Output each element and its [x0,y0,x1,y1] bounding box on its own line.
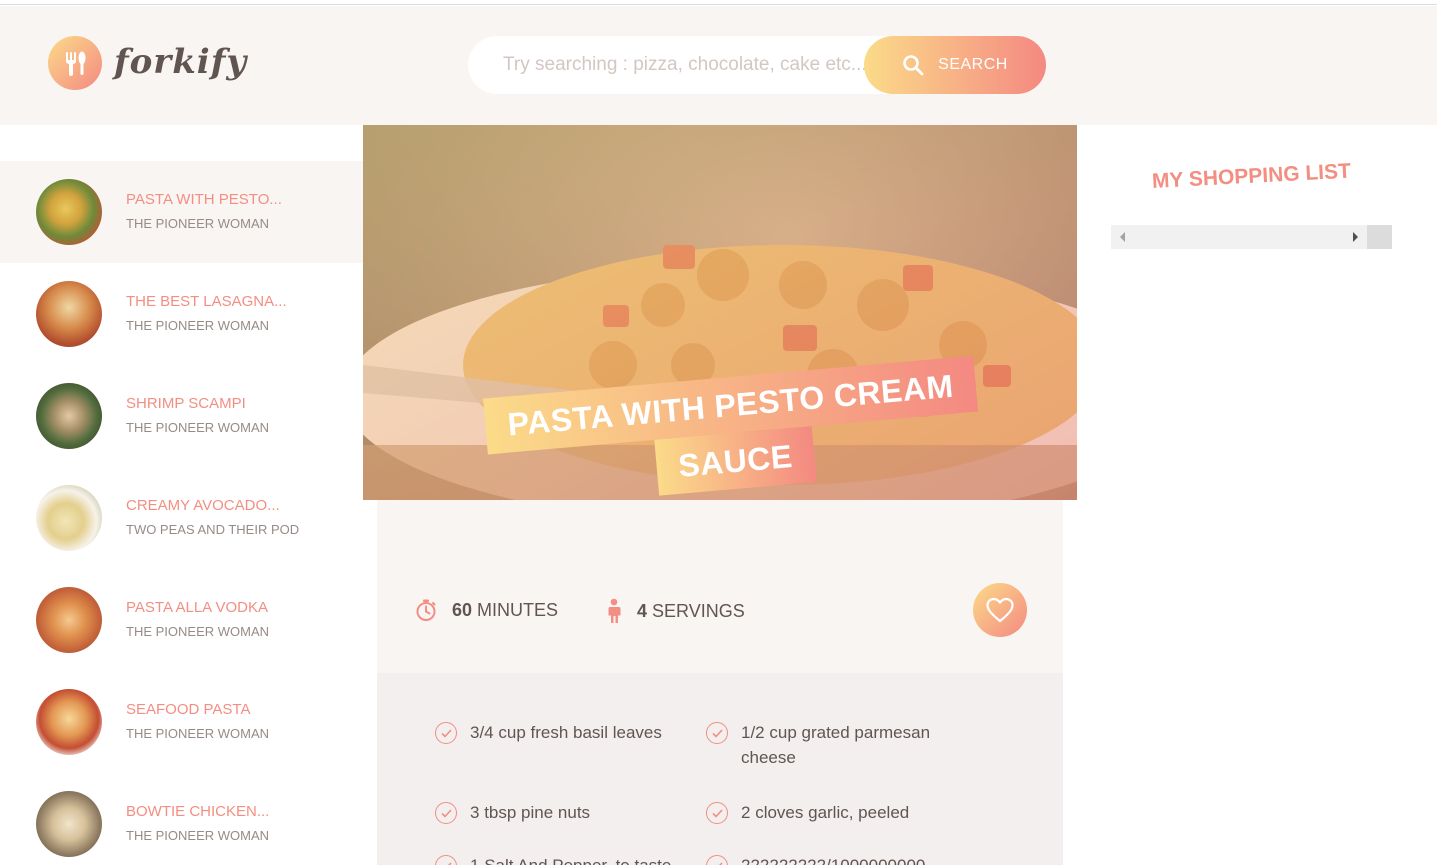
result-author: THE PIONEER WOMAN [126,624,270,639]
scroll-thumb[interactable] [1367,225,1392,249]
result-title: THE BEST LASAGNA... [126,293,287,310]
recipe-thumbnail [36,383,102,449]
ingredient-text: Salt And Pepper, to taste [484,856,671,865]
header: forkify SEARCH [0,6,1437,125]
result-author: THE PIONEER WOMAN [126,318,270,333]
scroll-left-arrow-icon[interactable] [1111,225,1135,249]
logo-badge [48,36,102,90]
check-icon [435,802,457,824]
ingredient-text: cloves garlic, peeled [755,803,910,822]
result-item[interactable]: BOWTIE CHICKEN... THE PIONEER WOMAN [0,773,363,865]
search-results: PASTA WITH PESTO... THE PIONEER WOMAN TH… [0,125,363,865]
ingredient-count: 2 [741,803,751,822]
result-item[interactable]: PASTA ALLA VODKA THE PIONEER WOMAN [0,569,363,671]
search-icon [902,54,924,76]
search-input[interactable] [468,36,908,94]
recipe-minutes: 60 [452,599,473,620]
recipe-details: 60 MINUTES 4 SERVINGS [377,500,1063,673]
result-title: PASTA ALLA VODKA [126,599,269,616]
ingredient-item: 222222222/1000000000 [706,855,925,865]
result-author: THE PIONEER WOMAN [126,726,270,741]
ingredient-item: 3 tbsp pine nuts [435,802,590,825]
result-title: CREAMY AVOCADO... [126,497,280,514]
recipe-thumbnail [36,485,102,551]
result-author: TWO PEAS AND THEIR POD [126,522,300,537]
logo-text: forkify [114,42,248,82]
ingredient-text: 222222222/1000000000 [741,856,925,865]
fork-knife-icon [66,51,86,76]
browser-top-edge [0,0,1437,5]
result-item[interactable]: PASTA WITH PESTO... THE PIONEER WOMAN [0,161,363,263]
recipe-thumbnail [36,689,102,755]
ingredient-item: 1/2 cup grated parmesan cheese [706,722,951,770]
recipe-servings-label: SERVINGS [652,600,745,621]
ingredient-item: 1 Salt And Pepper, to taste [435,855,671,865]
check-icon [706,855,728,865]
ingredient-list: 3/4 cup fresh basil leaves 1/2 cup grate… [377,673,1063,865]
result-author: THE PIONEER WOMAN [126,420,270,435]
result-author: THE PIONEER WOMAN [126,216,270,231]
result-author: THE PIONEER WOMAN [126,828,270,843]
recipe-thumbnail [36,587,102,653]
result-title: BOWTIE CHICKEN... [126,803,270,820]
scroll-right-arrow-icon[interactable] [1343,225,1367,249]
recipe-thumbnail [36,791,102,857]
ingredient-count: 3 [470,803,480,822]
recipe-info-servings: 4 SERVINGS [605,598,745,624]
person-icon [605,598,623,624]
check-icon [706,722,728,744]
result-item[interactable]: SHRIMP SCAMPI THE PIONEER WOMAN [0,365,363,467]
result-title: SHRIMP SCAMPI [126,395,246,412]
ingredient-text: tbsp pine nuts [484,803,591,822]
recipe-thumbnail [36,281,102,347]
recipe-minutes-label: MINUTES [477,599,559,620]
check-icon [435,722,457,744]
result-title: PASTA WITH PESTO... [126,191,282,208]
ingredient-item: 2 cloves garlic, peeled [706,802,909,825]
shopping-list-title: MY SHOPPING LIST [1151,159,1352,193]
check-icon [435,855,457,865]
search-button-label: SEARCH [938,56,1008,73]
bookmark-button[interactable] [973,583,1027,637]
stopwatch-icon [414,598,438,622]
ingredient-text: cup fresh basil leaves [498,723,662,742]
recipe-info-time: 60 MINUTES [414,598,558,622]
result-item[interactable]: CREAMY AVOCADO... TWO PEAS AND THEIR POD [0,467,363,569]
recipe-view: PASTA WITH PESTO CREAM SAUCE 60 MINUTES … [363,125,1077,865]
recipe-thumbnail [36,179,102,245]
search-form: SEARCH [468,36,1046,94]
ingredient-text: cup grated parmesan cheese [741,723,931,767]
check-icon [706,802,728,824]
recipe-servings: 4 [637,600,648,621]
ingredient-item: 3/4 cup fresh basil leaves [435,722,662,745]
search-button[interactable]: SEARCH [864,36,1046,94]
result-title: SEAFOOD PASTA [126,701,251,718]
ingredient-count: 1/2 [741,723,765,742]
result-item[interactable]: SEAFOOD PASTA THE PIONEER WOMAN [0,671,363,773]
ingredient-count: 1 [470,856,479,865]
heart-icon [986,597,1014,623]
result-item[interactable]: THE BEST LASAGNA... THE PIONEER WOMAN [0,263,363,365]
shopping-list-scrollbar[interactable] [1111,225,1392,249]
ingredient-count: 3/4 [470,723,494,742]
